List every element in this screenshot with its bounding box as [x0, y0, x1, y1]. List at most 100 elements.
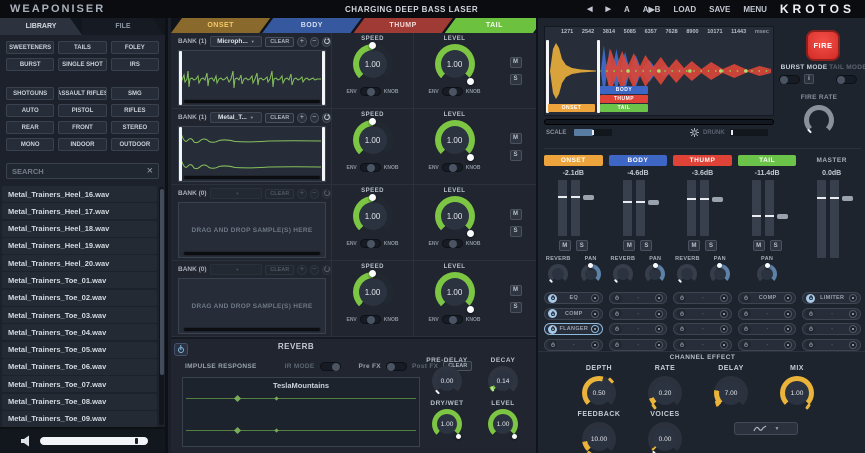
bank-loop-icon[interactable] [322, 265, 331, 275]
dial-icon[interactable] [849, 310, 857, 318]
dial-icon[interactable] [849, 341, 857, 349]
fx-slot-master-1[interactable]: LIMITER [802, 292, 861, 304]
category-button[interactable]: ASSAULT RIFLES [58, 87, 106, 100]
power-icon[interactable] [742, 294, 751, 303]
power-icon[interactable] [806, 294, 815, 303]
power-icon[interactable] [548, 325, 557, 334]
fx-slot-master-4[interactable]: - [802, 339, 861, 351]
dial-icon[interactable] [784, 310, 792, 318]
tab-onset[interactable]: ONSET [171, 18, 270, 33]
power-icon[interactable] [613, 309, 622, 318]
speed-knob[interactable]: 1.00 [353, 272, 393, 312]
bank-mute-button[interactable]: M [510, 209, 522, 220]
pre-post-fx-toggle[interactable] [386, 362, 407, 371]
env-knob-toggle[interactable] [360, 239, 381, 248]
bank-mute-button[interactable]: M [510, 57, 522, 68]
volume-slider[interactable] [40, 437, 148, 445]
dial-icon[interactable] [591, 325, 599, 333]
tab-library[interactable]: LIBRARY [0, 18, 82, 35]
strip-fader[interactable] [812, 180, 852, 258]
strip-pan-knob[interactable] [581, 264, 601, 284]
list-item[interactable]: Metal_Trainers_Heel_20.wav [2, 255, 157, 271]
power-icon[interactable] [677, 294, 686, 303]
power-icon[interactable] [806, 325, 815, 334]
dial-icon[interactable] [849, 325, 857, 333]
list-scrollbar[interactable] [159, 187, 164, 425]
power-icon[interactable] [613, 325, 622, 334]
dial-icon[interactable] [720, 294, 728, 302]
tab-file[interactable]: FILE [82, 18, 164, 35]
list-item[interactable]: Metal_Trainers_Toe_07.wav [2, 376, 157, 392]
category-button[interactable]: PISTOL [58, 104, 106, 117]
onset-segment-label[interactable]: ONSET [548, 104, 595, 112]
waveform-scrollbar[interactable] [183, 327, 321, 332]
level-knob[interactable]: 1.00 [435, 196, 475, 236]
drunk-slider[interactable] [730, 129, 768, 136]
load-button[interactable]: LOAD [673, 5, 696, 14]
rate-knob[interactable]: 0.20 [648, 376, 682, 410]
power-icon[interactable] [806, 340, 815, 349]
list-item[interactable]: Metal_Trainers_Heel_19.wav [2, 238, 157, 254]
fx-slot-body-3[interactable]: - [609, 323, 668, 335]
segment-marker[interactable] [546, 40, 549, 113]
category-button[interactable]: SHOTGUNS [6, 87, 54, 100]
prev-preset-button[interactable]: ◀ [587, 5, 592, 13]
pre-delay-knob[interactable]: 0.00 [432, 366, 462, 396]
strip-reverb-knob[interactable] [613, 264, 633, 284]
timeline-scrollbar[interactable] [544, 119, 774, 125]
category-button[interactable]: FOLEY [111, 41, 159, 54]
strip-fader[interactable] [618, 180, 658, 236]
power-icon[interactable] [548, 294, 557, 303]
category-button[interactable]: AUTO [6, 104, 54, 117]
fire-button[interactable]: FIRE [806, 30, 840, 61]
bank-loop-icon[interactable] [322, 189, 331, 199]
dial-icon[interactable] [720, 310, 728, 318]
bank-clear-button[interactable]: CLEAR [265, 189, 294, 199]
bank-mute-button[interactable]: M [510, 285, 522, 296]
strip-pan-knob[interactable] [710, 264, 730, 284]
strip-header[interactable]: TAIL [738, 155, 797, 166]
category-button[interactable]: SWEETENERS [6, 41, 54, 54]
dial-icon[interactable] [784, 294, 792, 302]
bank-drop-zone[interactable]: DRAG AND DROP SAMPLE(S) HERE [178, 202, 326, 258]
ir-mode-toggle[interactable] [320, 362, 341, 371]
strip-reverb-knob[interactable] [677, 264, 697, 284]
dial-icon[interactable] [655, 310, 663, 318]
env-knob-toggle[interactable] [442, 239, 463, 248]
list-item[interactable]: Metal_Trainers_Toe_06.wav [2, 359, 157, 375]
speed-knob[interactable]: 1.00 [353, 120, 393, 160]
search-clear-icon[interactable]: × [147, 166, 153, 177]
list-item[interactable]: Metal_Trainers_Toe_01.wav [2, 272, 157, 288]
level-knob[interactable]: 1.00 [435, 120, 475, 160]
dial-icon[interactable] [655, 294, 663, 302]
fx-slot-onset-1[interactable]: EQ [544, 292, 603, 304]
timeline-display[interactable]: 12712542381450856357762889001017111443ms… [544, 26, 774, 116]
impulse-response-display[interactable]: TeslaMountains [182, 377, 420, 447]
fx-slot-tail-4[interactable]: - [738, 339, 797, 351]
category-button[interactable]: STEREO [111, 121, 159, 134]
list-item[interactable]: Metal_Trainers_Heel_17.wav [2, 203, 157, 219]
dial-icon[interactable] [784, 341, 792, 349]
env-knob-toggle[interactable] [442, 315, 463, 324]
tab-body[interactable]: BODY [262, 18, 361, 33]
strip-header[interactable]: THUMP [673, 155, 732, 166]
dial-icon[interactable] [591, 341, 599, 349]
bank-clear-button[interactable]: CLEAR [265, 37, 294, 47]
bank-solo-button[interactable]: S [510, 150, 522, 161]
tail-segment-label[interactable]: TAIL [600, 104, 648, 112]
fx-slot-onset-3[interactable]: FLANGER [544, 323, 603, 335]
fx-slot-master-2[interactable]: - [802, 308, 861, 320]
dial-icon[interactable] [591, 294, 599, 302]
power-icon[interactable] [548, 309, 557, 318]
dial-icon[interactable] [591, 310, 599, 318]
list-item[interactable]: Metal_Trainers_Heel_16.wav [2, 186, 157, 202]
menu-button[interactable]: MENU [743, 5, 767, 14]
bank-sample-dropdown[interactable]: Microph...▼ [210, 36, 263, 47]
gear-icon[interactable] [690, 128, 699, 137]
bank-drop-zone[interactable]: DRAG AND DROP SAMPLE(S) HERE [178, 278, 326, 334]
strip-mute-button[interactable]: M [688, 240, 700, 251]
fx-slot-thump-2[interactable]: - [673, 308, 732, 320]
tab-thump[interactable]: THUMP [354, 18, 453, 33]
fx-slot-thump-3[interactable]: - [673, 323, 732, 335]
bank-loop-icon[interactable] [322, 113, 331, 123]
